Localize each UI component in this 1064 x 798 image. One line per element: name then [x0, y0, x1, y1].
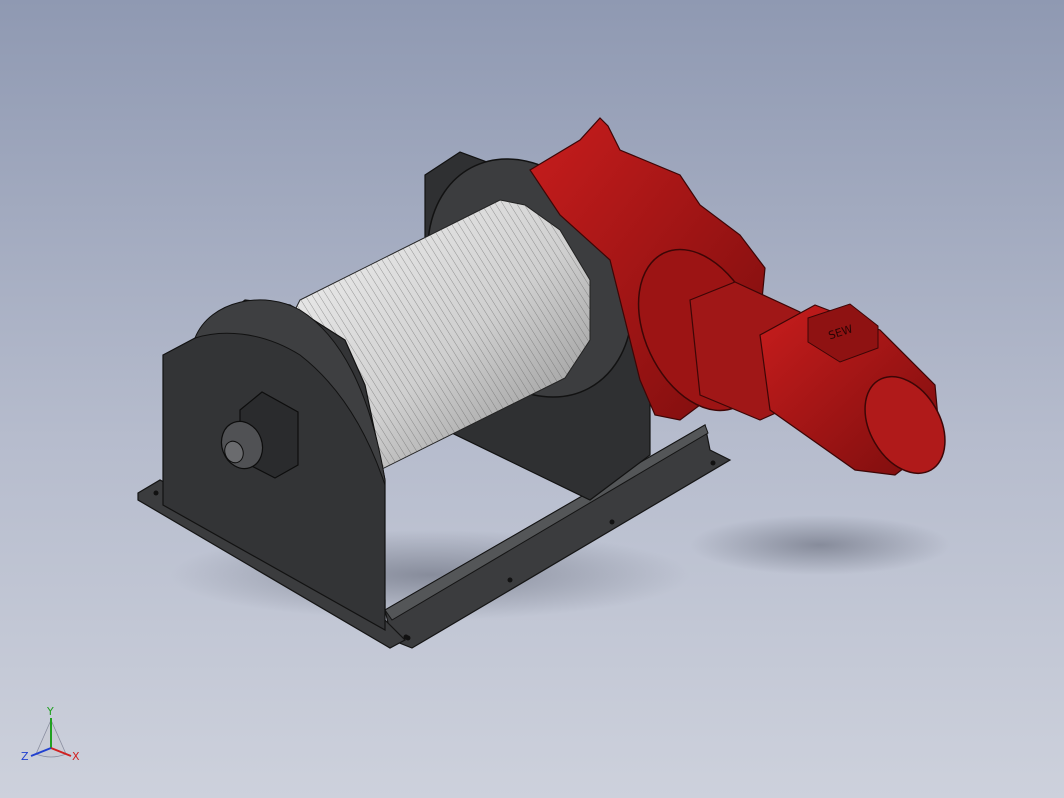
rail-hole	[710, 460, 716, 466]
motor-shadow	[690, 515, 950, 575]
z-axis-label: Z	[21, 750, 29, 763]
x-axis-label: X	[72, 750, 80, 763]
view-orientation-triad[interactable]: Y X Z	[18, 700, 88, 770]
rail-hole	[609, 519, 615, 525]
graphics-viewport[interactable]: SEW Y X Z	[0, 0, 1064, 798]
y-axis-label: Y	[46, 705, 54, 718]
base-hole	[153, 490, 159, 496]
base-hole	[403, 634, 409, 640]
rail-hole	[507, 577, 513, 583]
winch-3d-model[interactable]: SEW	[0, 0, 1064, 798]
